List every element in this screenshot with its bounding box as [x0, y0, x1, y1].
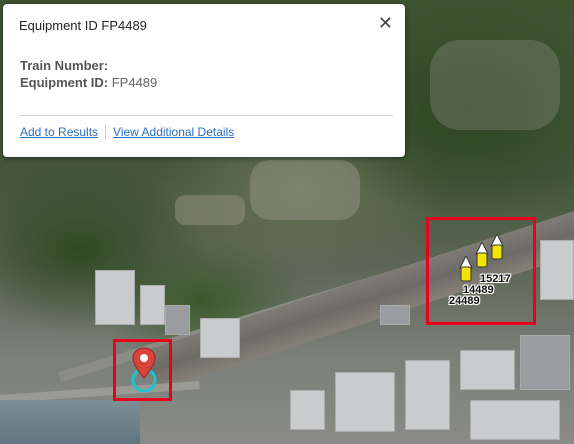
train-label: 24489	[449, 295, 480, 307]
hillside-houses	[250, 160, 360, 220]
warehouse	[380, 305, 410, 325]
warehouse	[200, 318, 240, 358]
warehouse	[405, 360, 450, 430]
warehouse	[460, 350, 515, 390]
location-marker-icon[interactable]	[128, 346, 160, 392]
warehouse	[290, 390, 325, 430]
train-number-label: Train Number:	[20, 58, 109, 73]
hillside-houses	[430, 40, 560, 130]
train-icon[interactable]	[490, 234, 504, 262]
train-cluster-highlight	[426, 217, 536, 325]
warehouse	[520, 335, 570, 390]
equipment-id-value: FP4489	[111, 75, 158, 90]
equipment-popup: Equipment ID FP4489 ✕ Train Number: Equi…	[3, 4, 405, 157]
warehouse	[470, 400, 560, 440]
view-additional-details-link[interactable]: View Additional Details	[113, 125, 234, 139]
warehouse	[165, 305, 190, 335]
train-icon[interactable]	[459, 256, 473, 284]
popup-title: Equipment ID FP4489	[19, 18, 147, 33]
equipment-id-label: Equipment ID:	[20, 75, 109, 90]
train-icon[interactable]	[475, 242, 489, 270]
action-separator	[105, 125, 107, 139]
divider	[19, 115, 393, 116]
warehouse	[540, 240, 574, 300]
popup-fields: Train Number: Equipment ID: FP4489	[20, 57, 157, 91]
harbour-water	[0, 400, 140, 444]
hillside-houses	[175, 195, 245, 225]
close-icon[interactable]: ✕	[378, 13, 393, 33]
warehouse	[140, 285, 165, 325]
warehouse	[335, 372, 395, 432]
popup-actions: Add to Results View Additional Details	[20, 125, 234, 139]
add-to-results-link[interactable]: Add to Results	[20, 125, 98, 139]
warehouse	[95, 270, 135, 325]
equipment-id-row: Equipment ID: FP4489	[20, 74, 157, 91]
train-number-row: Train Number:	[20, 57, 157, 74]
